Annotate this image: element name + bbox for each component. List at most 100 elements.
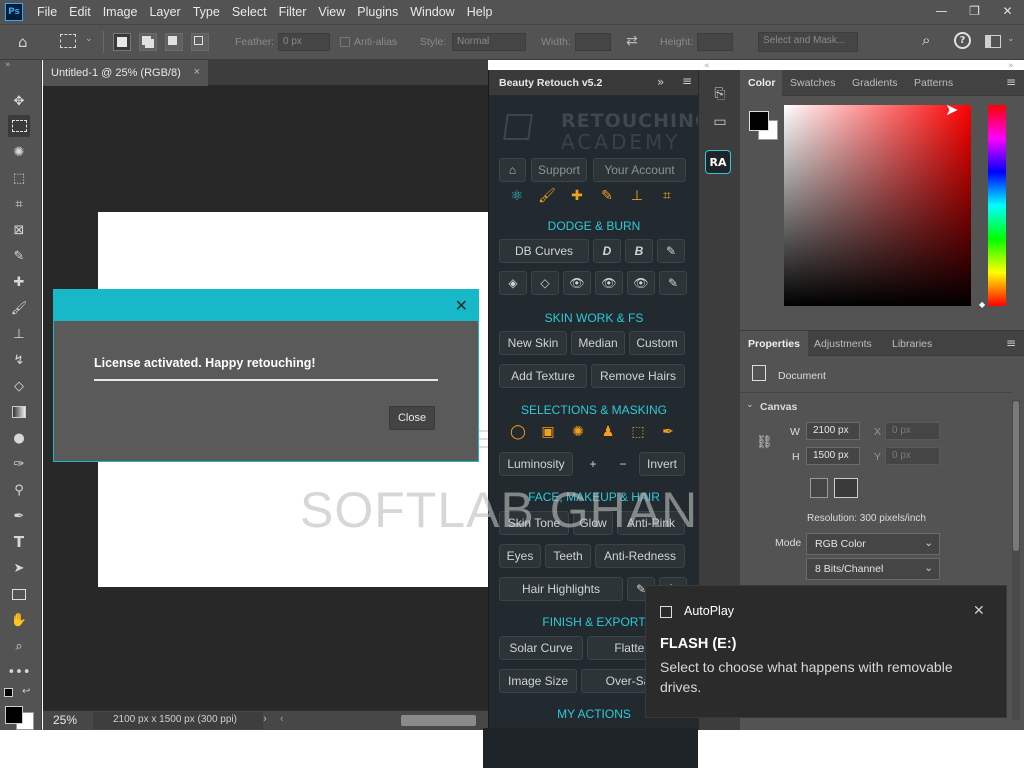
menu-help[interactable]: Help: [461, 0, 499, 24]
stamp-icon[interactable]: ⊥: [624, 183, 650, 209]
menu-edit[interactable]: Edit: [63, 0, 97, 24]
new-skin-button[interactable]: New Skin: [499, 331, 567, 355]
zoom-tool-icon[interactable]: ⌕: [8, 635, 30, 657]
y-field[interactable]: 0 px: [885, 447, 940, 465]
skin-tone-button[interactable]: Skin Tone: [499, 511, 569, 535]
menu-layer[interactable]: Layer: [143, 0, 186, 24]
bandage-icon[interactable]: ✚: [564, 183, 590, 209]
anti-pink-button[interactable]: Anti-Pink: [617, 511, 685, 535]
layers-fill-button[interactable]: ◈: [499, 271, 527, 295]
properties-scrollbar[interactable]: [1012, 400, 1020, 720]
menu-select[interactable]: Select: [226, 0, 273, 24]
portrait-orientation-icon[interactable]: [810, 478, 828, 498]
home-plugin-button[interactable]: ⌂: [499, 158, 526, 182]
add-selection-button[interactable]: [139, 33, 157, 51]
search-icon[interactable]: ⌕: [922, 31, 930, 49]
color-foreground-swatch[interactable]: [749, 111, 769, 131]
width-field[interactable]: 2100 px: [806, 422, 860, 440]
hue-slider-handle-icon[interactable]: ◆: [979, 300, 985, 309]
brush-icon[interactable]: 🖌: [534, 183, 560, 209]
crop-icon[interactable]: ⌗: [654, 183, 680, 209]
hand-tool-icon[interactable]: ✋: [8, 609, 30, 631]
hue-slider[interactable]: [988, 105, 1006, 306]
dodge-tool-icon[interactable]: ✑: [8, 453, 30, 475]
eyedropper-tool-icon[interactable]: ✎: [8, 245, 30, 267]
width-input[interactable]: [575, 33, 611, 51]
x-field[interactable]: 0 px: [885, 422, 940, 440]
invert-button[interactable]: Invert: [639, 452, 685, 476]
tab-swatches[interactable]: Swatches: [782, 70, 844, 96]
quick-select-tool-icon[interactable]: ✺: [8, 141, 30, 163]
your-account-button[interactable]: Your Account: [593, 158, 686, 182]
blur-tool-icon[interactable]: ●: [8, 427, 30, 449]
link-icon[interactable]: ⛓: [756, 435, 773, 450]
tab-adjustments[interactable]: Adjustments: [806, 331, 880, 357]
brush-l-button[interactable]: ✎: [659, 271, 687, 295]
feather-input[interactable]: 0 px: [278, 33, 330, 51]
image-size-button[interactable]: Image Size: [499, 669, 577, 693]
landscape-orientation-icon[interactable]: [834, 478, 858, 498]
eye-x-button[interactable]: 👁: [595, 271, 623, 295]
pen-icon[interactable]: ✒: [655, 419, 681, 445]
support-button[interactable]: Support: [531, 158, 587, 182]
plus-button[interactable]: +: [581, 452, 605, 476]
antialias-checkbox[interactable]: [340, 37, 350, 47]
chevron-down-icon[interactable]: ⌄: [1007, 34, 1015, 44]
tab-libraries[interactable]: Libraries: [884, 331, 940, 357]
menu-file[interactable]: File: [31, 0, 63, 24]
horizontal-scrollbar[interactable]: [401, 715, 476, 726]
ra-plugin-icon[interactable]: RA: [705, 150, 731, 174]
move-tool-icon[interactable]: ✥: [8, 90, 30, 112]
glow-button[interactable]: Glow: [573, 511, 613, 535]
brush-s-button[interactable]: ✎: [657, 239, 685, 263]
style-select[interactable]: Normal: [452, 33, 526, 51]
marquee-icon[interactable]: ⬚: [625, 419, 651, 445]
swap-colors-icon[interactable]: ↩: [22, 686, 30, 697]
dialog-close-button[interactable]: Close: [389, 406, 435, 430]
anti-redness-button[interactable]: Anti-Redness: [595, 544, 685, 568]
workspace-icon[interactable]: [985, 35, 1001, 48]
scroll-left-icon[interactable]: ‹: [280, 713, 284, 725]
menu-view[interactable]: View: [312, 0, 351, 24]
path-select-tool-icon[interactable]: ➤: [8, 557, 30, 579]
zoom-level[interactable]: 25%: [53, 713, 77, 727]
color-picker-field[interactable]: [784, 105, 971, 306]
dodge-burn-tool-icon[interactable]: ⚲: [8, 479, 30, 501]
intersect-selection-button[interactable]: [191, 33, 209, 51]
select-and-mask-button[interactable]: Select and Mask...: [758, 32, 858, 52]
add-texture-button[interactable]: Add Texture: [499, 364, 587, 388]
eyes-button[interactable]: Eyes: [499, 544, 541, 568]
crop-tool-icon[interactable]: ⌗: [8, 193, 30, 215]
menu-filter[interactable]: Filter: [273, 0, 313, 24]
tab-patterns[interactable]: Patterns: [906, 70, 961, 96]
brush-tool-icon[interactable]: 🖌: [8, 297, 30, 319]
default-colors-icon[interactable]: [4, 688, 13, 697]
quick-select-icon[interactable]: ✺: [565, 419, 591, 445]
atom-icon[interactable]: ⚛: [504, 183, 530, 209]
expand-panel-icon[interactable]: »: [657, 75, 664, 89]
median-button[interactable]: Median: [571, 331, 625, 355]
marquee-tool-icon[interactable]: [8, 115, 30, 137]
chevron-down-icon[interactable]: ⌄: [85, 34, 93, 44]
menu-plugins[interactable]: Plugins: [351, 0, 404, 24]
comments-panel-icon[interactable]: ▭: [707, 110, 733, 134]
autoplay-notification[interactable]: AutoPlay ✕ FLASH (E:) Select to choose w…: [645, 585, 1007, 718]
d-button[interactable]: D: [593, 239, 621, 263]
color-mode-select[interactable]: RGB Color ⌄: [806, 533, 940, 555]
frame-tool-icon[interactable]: ⊠: [8, 219, 30, 241]
document-tab[interactable]: Untitled-1 @ 25% (RGB/8) ×: [43, 60, 208, 86]
tab-color[interactable]: Color: [740, 70, 782, 96]
eraser-tool-icon[interactable]: ◇: [8, 375, 30, 397]
object-select-tool-icon[interactable]: ⬚: [8, 167, 30, 189]
pen-tool-icon[interactable]: ✒: [8, 505, 30, 527]
hair-highlights-button[interactable]: Hair Highlights: [499, 577, 623, 601]
close-window-button[interactable]: ✕: [991, 0, 1024, 22]
close-tab-icon[interactable]: ×: [194, 66, 200, 78]
history-brush-tool-icon[interactable]: ↯: [8, 349, 30, 371]
restore-button[interactable]: ❐: [958, 0, 991, 22]
swap-icon[interactable]: ⇄: [626, 33, 638, 49]
solar-curve-button[interactable]: Solar Curve: [499, 636, 583, 660]
expand-arrows-icon[interactable]: «: [704, 61, 710, 71]
notification-close-icon[interactable]: ✕: [973, 602, 985, 619]
chevron-down-icon[interactable]: ⌄: [746, 400, 754, 410]
